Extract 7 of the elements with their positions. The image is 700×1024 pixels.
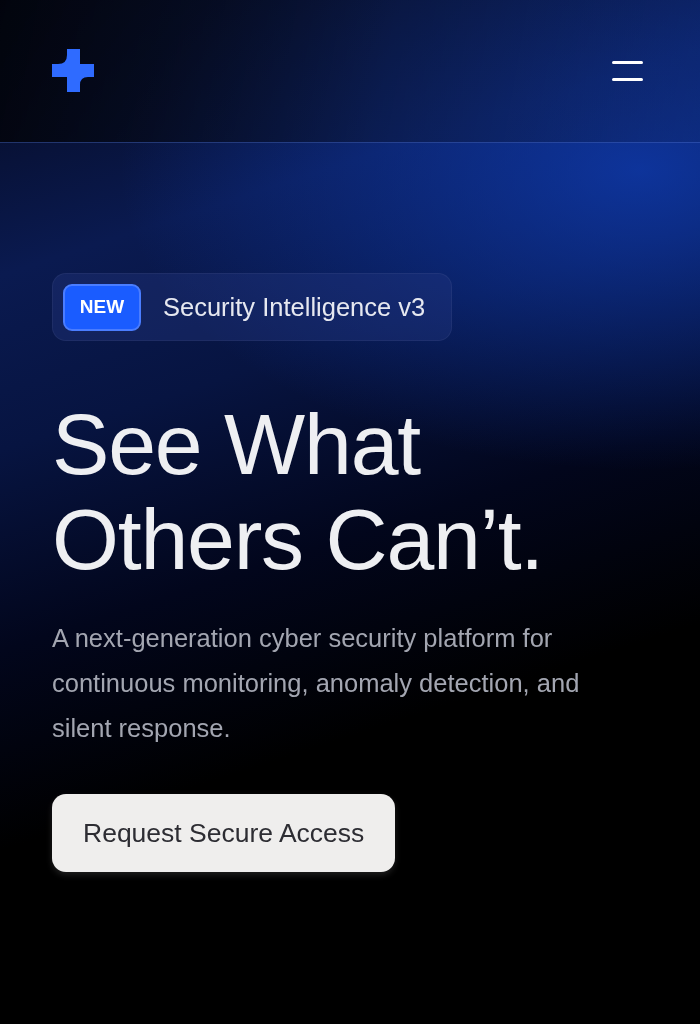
hero-heading: See What Others Can’t. xyxy=(52,397,545,587)
request-access-button[interactable]: Request Secure Access xyxy=(52,794,396,872)
announcement-text: Security Intelligence v3 xyxy=(163,292,426,322)
new-tag: NEW xyxy=(63,283,141,331)
menu-button[interactable] xyxy=(612,60,643,82)
hero-description: A next-generation cyber security platform for continuous monitoring, anomaly detection, and silent response. xyxy=(52,623,581,744)
logo-icon[interactable] xyxy=(52,48,94,92)
